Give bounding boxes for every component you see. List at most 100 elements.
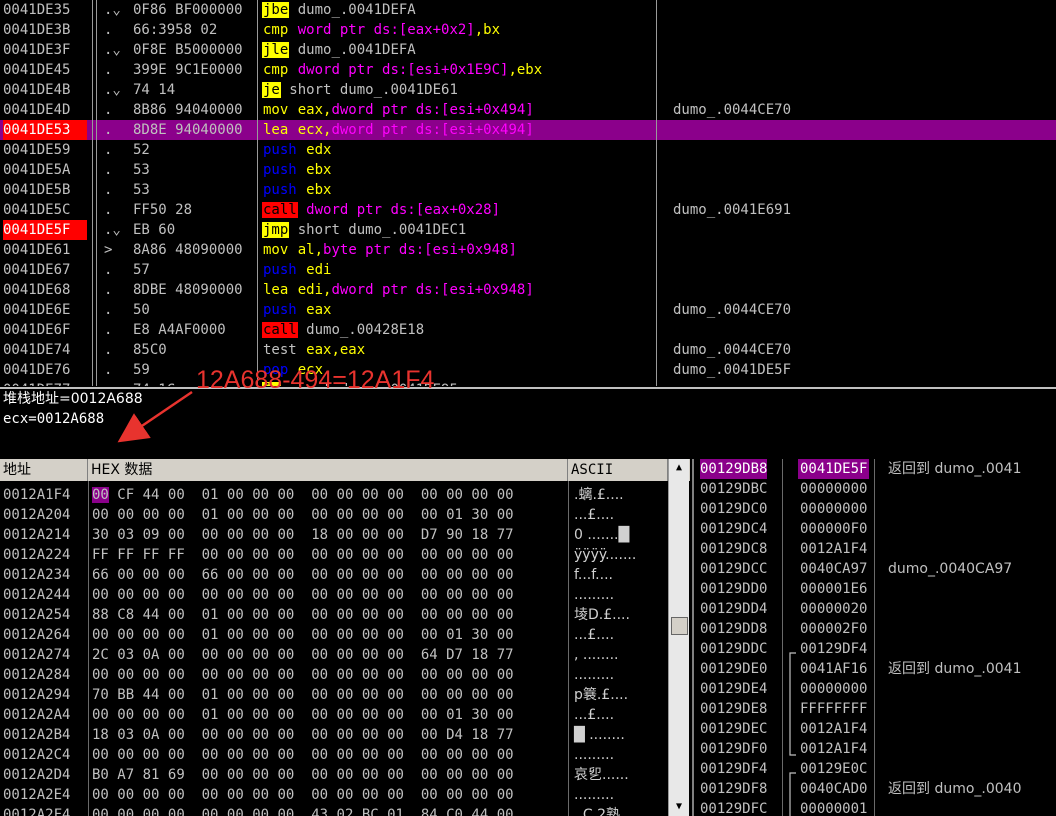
dump-address[interactable]: 0012A274: [3, 645, 70, 665]
hex-byte[interactable]: 01: [446, 707, 463, 723]
hex-byte[interactable]: FF: [117, 547, 134, 563]
hex-byte[interactable]: 00: [421, 607, 438, 623]
hex-byte[interactable]: 00: [143, 707, 160, 723]
hex-byte[interactable]: 00: [278, 807, 295, 816]
dump-address[interactable]: 0012A294: [3, 685, 70, 705]
hex-byte[interactable]: 00: [362, 647, 379, 663]
hex-byte[interactable]: 00: [143, 747, 160, 763]
hex-byte[interactable]: 00: [387, 707, 404, 723]
hex-byte[interactable]: 00: [311, 667, 328, 683]
instruction-address[interactable]: 0041DE35: [3, 0, 87, 20]
hex-byte[interactable]: 00: [252, 627, 269, 643]
hex-byte[interactable]: 00: [362, 787, 379, 803]
hex-byte[interactable]: 00: [252, 707, 269, 723]
hex-byte[interactable]: 00: [92, 587, 109, 603]
hex-byte[interactable]: 00: [252, 587, 269, 603]
hex-byte[interactable]: 00: [168, 747, 185, 763]
hex-byte[interactable]: 00: [387, 647, 404, 663]
hex-byte[interactable]: 00: [497, 547, 514, 563]
hex-byte[interactable]: 44: [143, 607, 160, 623]
hex-byte[interactable]: 00: [202, 667, 219, 683]
hex-byte[interactable]: 00: [252, 487, 269, 503]
hex-byte[interactable]: 03: [117, 727, 134, 743]
hex-byte[interactable]: 00: [337, 487, 354, 503]
instruction-address[interactable]: 0041DE68: [3, 280, 87, 300]
hex-byte[interactable]: 00: [337, 507, 354, 523]
hex-byte[interactable]: 00: [497, 787, 514, 803]
hex-byte[interactable]: 00: [168, 707, 185, 723]
hex-byte[interactable]: 77: [497, 527, 514, 543]
instruction-address[interactable]: 0041DE5A: [3, 160, 87, 180]
hex-bytes[interactable]: 00 CF 44 00 01 00 00 00 00 00 00 00 00 0…: [92, 485, 514, 505]
hex-byte[interactable]: 00: [471, 607, 488, 623]
hex-byte[interactable]: 00: [278, 727, 295, 743]
instruction-text[interactable]: lea ecx,dword ptr ds:[esi+0x494]: [262, 120, 654, 140]
hex-byte[interactable]: 00: [421, 767, 438, 783]
instruction-address[interactable]: 0041DE4B: [3, 80, 87, 100]
hex-byte[interactable]: 00: [362, 487, 379, 503]
hex-byte[interactable]: 01: [202, 687, 219, 703]
hex-byte[interactable]: 00: [311, 687, 328, 703]
hex-byte[interactable]: 00: [421, 667, 438, 683]
hex-byte[interactable]: 00: [421, 507, 438, 523]
hex-byte[interactable]: 18: [471, 527, 488, 543]
instruction-address[interactable]: 0041DE45: [3, 60, 87, 80]
hex-byte[interactable]: 00: [92, 747, 109, 763]
hex-byte[interactable]: 00: [117, 807, 134, 816]
instruction-address[interactable]: 0041DE4D: [3, 100, 87, 120]
dump-address[interactable]: 0012A2F4: [3, 805, 70, 816]
dump-row[interactable]: 0012A294 70 BB 44 00 01 00 00 00 00 00 00…: [0, 685, 668, 705]
dump-address[interactable]: 0012A2B4: [3, 725, 70, 745]
instruction-address[interactable]: 0041DE3F: [3, 40, 87, 60]
hex-byte[interactable]: 00: [446, 607, 463, 623]
hex-byte[interactable]: 00: [446, 487, 463, 503]
instruction-text[interactable]: test eax,eax: [262, 340, 654, 360]
hex-byte[interactable]: 00: [421, 727, 438, 743]
hex-byte[interactable]: 77: [497, 727, 514, 743]
instruction-address[interactable]: 0041DE59: [3, 140, 87, 160]
hex-byte[interactable]: 00: [278, 547, 295, 563]
hex-byte[interactable]: 00: [497, 507, 514, 523]
hex-byte[interactable]: 00: [117, 627, 134, 643]
hex-byte[interactable]: 00: [387, 527, 404, 543]
instruction-address[interactable]: 0041DE6E: [3, 300, 87, 320]
hex-byte[interactable]: 00: [92, 487, 109, 503]
scroll-up-icon[interactable]: ▲: [669, 459, 689, 477]
hex-byte[interactable]: 00: [202, 787, 219, 803]
hex-byte[interactable]: 00: [446, 567, 463, 583]
hex-byte[interactable]: 18: [471, 647, 488, 663]
hex-byte[interactable]: 00: [421, 567, 438, 583]
hex-byte[interactable]: 00: [92, 667, 109, 683]
hex-byte[interactable]: 00: [278, 507, 295, 523]
dump-row[interactable]: 0012A2B4 18 03 0A 00 00 00 00 00 00 00 00…: [0, 725, 668, 745]
dump-address[interactable]: 0012A2D4: [3, 765, 70, 785]
instruction-text[interactable]: push eax: [262, 300, 654, 320]
hex-byte[interactable]: 00: [92, 507, 109, 523]
hex-byte[interactable]: 00: [143, 507, 160, 523]
scroll-down-icon[interactable]: ▼: [669, 798, 689, 816]
hex-byte[interactable]: 00: [446, 547, 463, 563]
disasm-row[interactable]: 0041DE3F .⌄ 0F8E B5000000 jle dumo_.0041DEF…: [0, 40, 1056, 60]
hex-byte[interactable]: 66: [92, 567, 109, 583]
hex-byte[interactable]: 00: [387, 487, 404, 503]
stack-pane[interactable]: 00129DB8 0041DE5F 返回到 dumo_.0041 00129DBC 00…: [692, 459, 1056, 816]
hex-byte[interactable]: 00: [387, 747, 404, 763]
hex-byte[interactable]: 44: [143, 487, 160, 503]
hex-byte[interactable]: 00: [337, 687, 354, 703]
hex-byte[interactable]: 00: [168, 507, 185, 523]
hex-byte[interactable]: 00: [117, 667, 134, 683]
disasm-row[interactable]: 0041DE67. 57 push edi: [0, 260, 1056, 280]
hex-byte[interactable]: FF: [168, 547, 185, 563]
hex-byte[interactable]: 00: [168, 587, 185, 603]
instruction-text[interactable]: je short dumo_.0041DE61: [262, 80, 654, 100]
hex-byte[interactable]: 00: [497, 567, 514, 583]
hex-byte[interactable]: 01: [202, 607, 219, 623]
dump-address[interactable]: 0012A284: [3, 665, 70, 685]
disasm-row[interactable]: 0041DE76. 59 pop ecx dumo_.0041DE5F: [0, 360, 1056, 380]
hex-byte[interactable]: 00: [202, 727, 219, 743]
disasm-row[interactable]: 0041DE6F. E8 A4AF0000 call dumo_.00428E18: [0, 320, 1056, 340]
hex-byte[interactable]: 00: [168, 787, 185, 803]
hex-byte[interactable]: 00: [387, 567, 404, 583]
hex-byte[interactable]: 00: [168, 687, 185, 703]
hex-byte[interactable]: 00: [362, 727, 379, 743]
